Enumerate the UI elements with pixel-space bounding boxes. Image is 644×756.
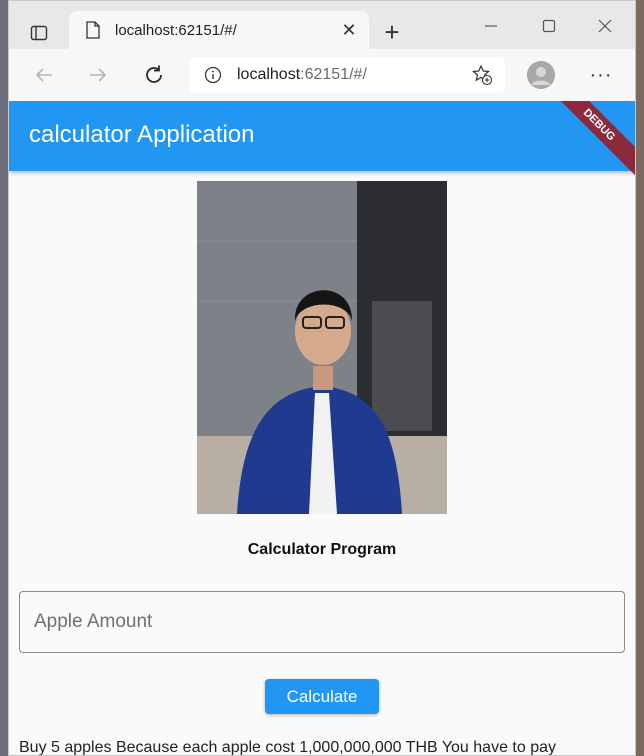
- profile-photo: [197, 181, 447, 514]
- back-arrow-icon: [35, 68, 52, 82]
- tab-actions-icon: [30, 25, 48, 41]
- page-icon: [83, 20, 103, 40]
- forward-button[interactable]: [81, 58, 115, 92]
- settings-menu-button[interactable]: ···: [585, 59, 617, 91]
- close-window-button[interactable]: [577, 9, 633, 43]
- back-button[interactable]: [27, 58, 61, 92]
- address-toolbar: localhost:62151/#/ ···: [9, 49, 635, 102]
- new-tab-button[interactable]: +: [375, 15, 409, 49]
- refresh-icon: [146, 65, 162, 83]
- forward-arrow-icon: [90, 68, 107, 82]
- profile-avatar[interactable]: [527, 61, 555, 89]
- url-path: :62151/#/: [300, 66, 367, 83]
- maximize-icon: [542, 19, 556, 33]
- app-bar: calculator Application DEBUG: [9, 101, 635, 182]
- app-title: calculator Application: [29, 121, 255, 148]
- address-bar[interactable]: localhost:62151/#/: [189, 57, 505, 93]
- site-info-icon[interactable]: [203, 65, 223, 85]
- minimize-icon: [485, 25, 497, 27]
- apple-amount-input[interactable]: [20, 592, 624, 652]
- browser-tab[interactable]: localhost:62151/#/ ✕: [69, 11, 369, 49]
- section-heading: Calculator Program: [247, 541, 397, 558]
- calculate-button[interactable]: Calculate: [265, 679, 379, 714]
- maximize-button[interactable]: [521, 9, 577, 43]
- refresh-button[interactable]: [137, 58, 171, 92]
- tab-title: localhost:62151/#/: [115, 21, 237, 39]
- browser-window: localhost:62151/#/ ✕ + localhost:62151/#…: [8, 0, 636, 756]
- debug-banner: DEBUG: [542, 101, 635, 182]
- tab-actions-button[interactable]: [21, 15, 57, 51]
- url-text: localhost:62151/#/: [237, 66, 467, 84]
- close-icon: [598, 19, 612, 33]
- add-favorite-icon[interactable]: [467, 60, 497, 90]
- result-text: Buy 5 apples Because each apple cost 1,0…: [19, 739, 556, 756]
- app-viewport: calculator Application DEBUG Calculator …: [9, 101, 635, 756]
- minimize-button[interactable]: [463, 9, 519, 43]
- url-host: localhost: [237, 66, 301, 83]
- person-icon: [527, 61, 555, 89]
- tab-close-icon[interactable]: ✕: [335, 16, 363, 44]
- tab-bar: localhost:62151/#/ ✕ +: [9, 1, 635, 49]
- apple-amount-field[interactable]: [19, 591, 625, 653]
